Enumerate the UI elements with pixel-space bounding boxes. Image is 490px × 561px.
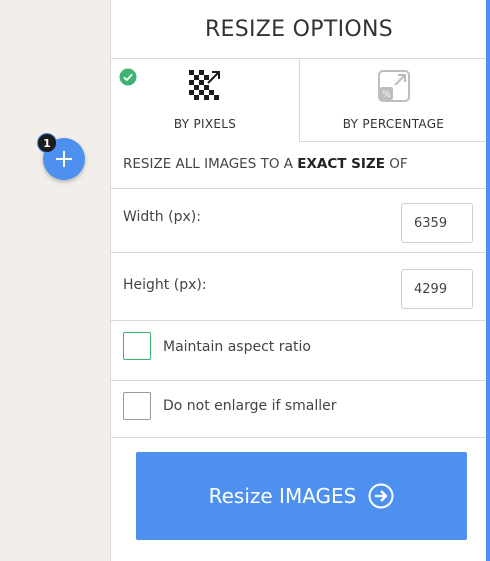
width-input[interactable] xyxy=(401,203,473,243)
description-suffix: OF xyxy=(384,156,408,172)
svg-text:%: % xyxy=(382,90,391,100)
maintain-aspect-checkbox[interactable] xyxy=(123,332,151,360)
tab-by-percentage[interactable]: % BY PERCENTAGE xyxy=(300,58,487,142)
maintain-aspect-label: Maintain aspect ratio xyxy=(163,339,311,355)
plus-icon xyxy=(56,151,72,167)
height-input[interactable] xyxy=(401,269,473,309)
no-enlarge-row: Do not enlarge if smaller xyxy=(111,380,486,438)
maintain-aspect-row: Maintain aspect ratio xyxy=(111,320,486,380)
height-row: Height (px): xyxy=(111,252,486,320)
width-row: Width (px): xyxy=(111,188,486,252)
no-enlarge-label: Do not enlarge if smaller xyxy=(163,398,337,414)
resize-description: RESIZE ALL IMAGES TO A EXACT SIZE OF xyxy=(123,156,408,172)
resize-mode-tabs: BY PIXELS % BY PERCENTAGE xyxy=(111,58,487,142)
pixels-resize-icon xyxy=(189,70,220,100)
description-emphasis: EXACT SIZE xyxy=(297,156,385,172)
resize-images-button[interactable]: Resize IMAGES xyxy=(136,452,467,540)
check-circle-icon xyxy=(119,68,137,86)
resize-options-panel: RESIZE OPTIONS BY PIXELS % BY PERCENTAGE… xyxy=(110,0,487,561)
tab-by-percentage-label: BY PERCENTAGE xyxy=(342,117,445,131)
percentage-resize-icon: % xyxy=(377,70,410,102)
upload-sidebar xyxy=(0,0,110,561)
tab-by-pixels-label: BY PIXELS xyxy=(173,117,237,131)
width-label: Width (px): xyxy=(123,209,201,225)
no-enlarge-checkbox[interactable] xyxy=(123,392,151,420)
panel-scroll-edge xyxy=(486,0,490,561)
description-prefix: RESIZE ALL IMAGES TO A xyxy=(123,156,298,172)
panel-title: RESIZE OPTIONS xyxy=(204,16,394,42)
file-count-badge: 1 xyxy=(37,133,57,153)
height-label: Height (px): xyxy=(123,277,207,293)
tab-by-pixels[interactable]: BY PIXELS xyxy=(111,58,300,142)
resize-button-label: Resize IMAGES xyxy=(208,484,357,508)
arrow-right-circle-icon xyxy=(368,483,394,509)
